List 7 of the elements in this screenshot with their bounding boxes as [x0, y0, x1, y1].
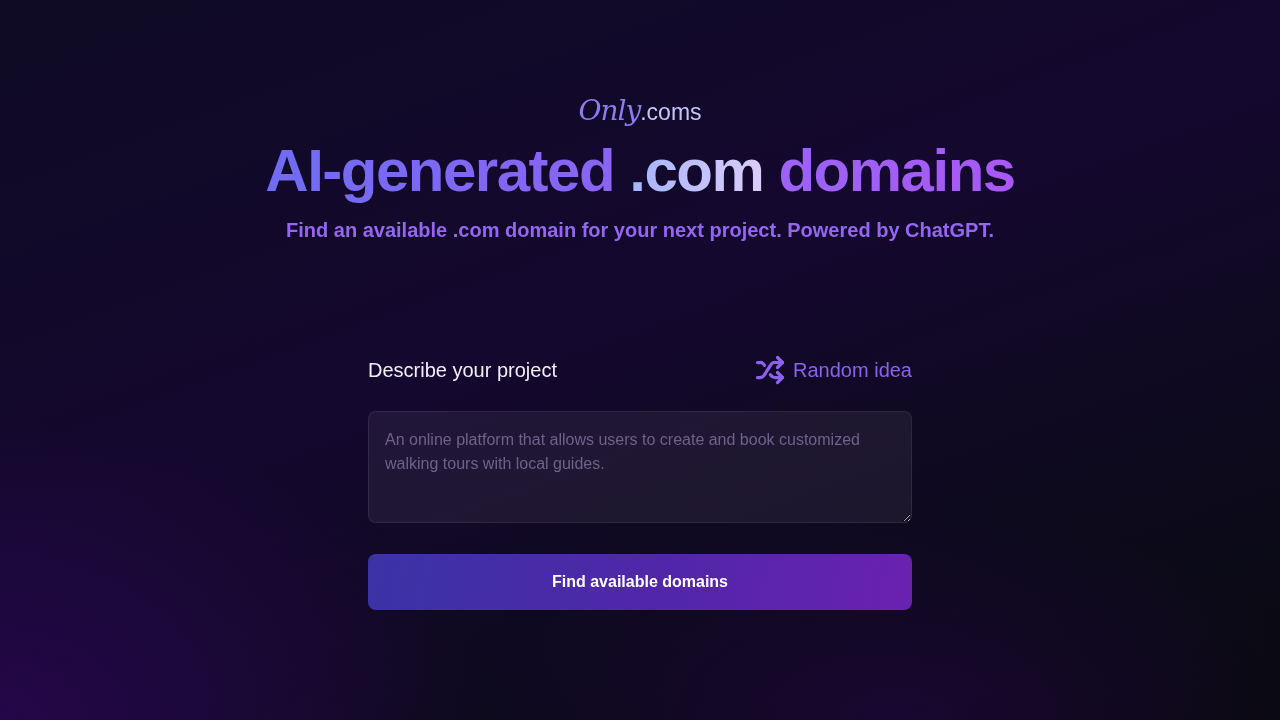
- logo: Only.coms: [578, 94, 702, 128]
- field-label: Describe your project: [368, 358, 557, 382]
- find-domains-button[interactable]: Find available domains: [368, 554, 912, 610]
- shuffle-icon: [755, 355, 786, 385]
- random-idea-link[interactable]: Random idea: [755, 355, 912, 385]
- tagline: Find an available .com domain for your next project. Powered by ChatGPT.: [286, 219, 994, 242]
- headline: AI-generated .com domains: [265, 136, 1015, 205]
